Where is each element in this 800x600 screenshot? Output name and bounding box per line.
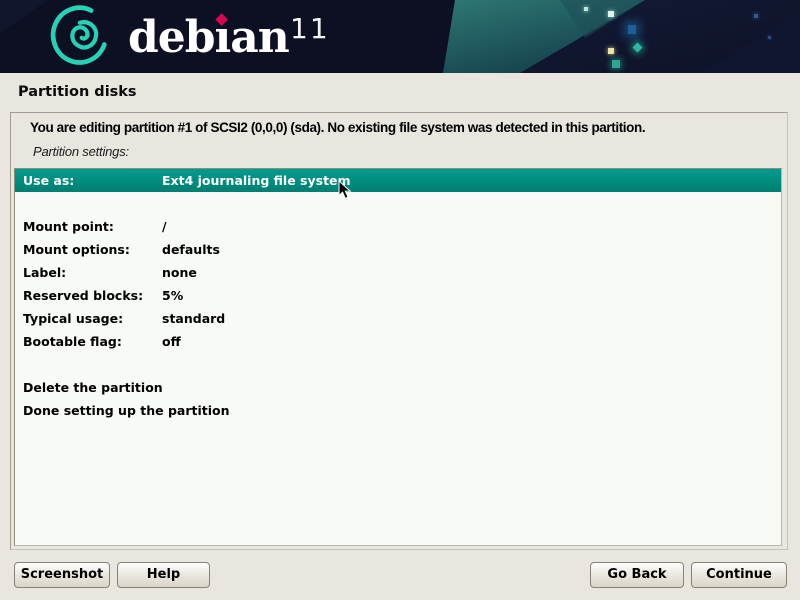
list-row-done-setting-up[interactable]: Done setting up the partition xyxy=(15,399,781,422)
row-value: standard xyxy=(162,311,225,326)
go-back-button[interactable]: Go Back xyxy=(590,562,684,588)
row-value: Ext4 journaling file system xyxy=(162,173,351,188)
row-value: / xyxy=(162,219,167,234)
help-button[interactable]: Help xyxy=(117,562,210,588)
page-title: Partition disks xyxy=(18,84,137,100)
row-label: Label: xyxy=(23,261,162,284)
row-value: none xyxy=(162,265,197,280)
header-artwork xyxy=(0,0,800,73)
row-label: Use as: xyxy=(23,169,162,192)
list-row-mount-options[interactable]: Mount options:defaults xyxy=(15,238,781,261)
spark-blue xyxy=(628,25,636,34)
screenshot-button[interactable]: Screenshot xyxy=(14,562,110,588)
continue-button[interactable]: Continue xyxy=(691,562,787,588)
row-value: defaults xyxy=(162,242,220,257)
list-row-typical-usage[interactable]: Typical usage:standard xyxy=(15,307,781,330)
row-label: Mount point: xyxy=(23,215,162,238)
row-value: off xyxy=(162,334,181,349)
version-number: 11 xyxy=(290,12,330,45)
header-banner: debıan 11 xyxy=(0,0,800,73)
list-row-reserved-blocks[interactable]: Reserved blocks:5% xyxy=(15,284,781,307)
row-label: Bootable flag: xyxy=(23,330,162,353)
row-label: Typical usage: xyxy=(23,307,162,330)
partition-settings-label: Partition settings: xyxy=(33,144,129,159)
row-label: Mount options: xyxy=(23,238,162,261)
list-row-bootable-flag[interactable]: Bootable flag:off xyxy=(15,330,781,353)
brand-suffix: an xyxy=(230,12,289,63)
brand-logotype: debıan xyxy=(128,8,289,68)
arrow-pointer-icon xyxy=(338,180,352,200)
debian-swirl-icon xyxy=(44,3,110,69)
list-row-empty-2 xyxy=(15,353,781,376)
content-frame: You are editing partition #1 of SCSI2 (0… xyxy=(10,112,788,550)
row-label: Done setting up the partition xyxy=(23,399,230,422)
spark-white-small xyxy=(584,7,588,11)
list-row-mount-point[interactable]: Mount point:/ xyxy=(15,215,781,238)
brand-dotless-i: ı xyxy=(215,12,231,63)
spark-navy-1 xyxy=(754,14,758,18)
partition-settings-list: Use as:Ext4 journaling file system Mount… xyxy=(14,168,782,546)
list-row-use-as[interactable]: Use as:Ext4 journaling file system xyxy=(15,169,781,192)
row-label: Reserved blocks: xyxy=(23,284,162,307)
list-row-label[interactable]: Label:none xyxy=(15,261,781,284)
spark-navy-2 xyxy=(768,36,771,39)
row-label: Delete the partition xyxy=(23,376,163,399)
list-row-empty-1 xyxy=(15,192,781,215)
spark-white xyxy=(608,11,614,17)
list-row-delete-partition[interactable]: Delete the partition xyxy=(15,376,781,399)
row-value: 5% xyxy=(162,288,183,303)
brand-prefix: deb xyxy=(128,12,215,63)
spark-yellow xyxy=(608,48,614,54)
installer-window: debıan 11 Partition disks You are editin… xyxy=(0,0,800,600)
info-message: You are editing partition #1 of SCSI2 (0… xyxy=(30,120,645,135)
spark-teal xyxy=(612,60,620,68)
